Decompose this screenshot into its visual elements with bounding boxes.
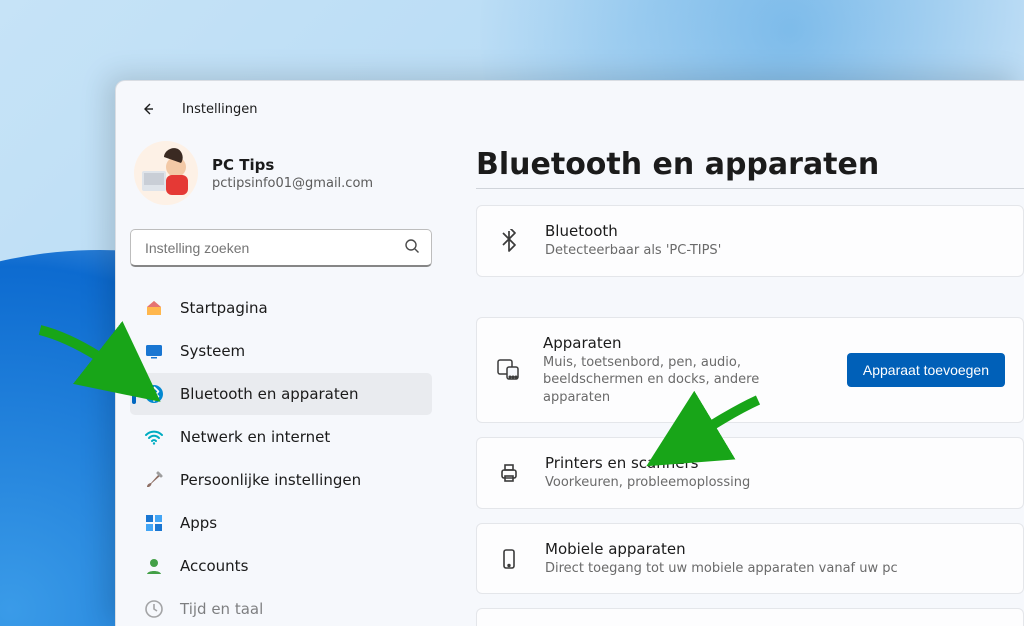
clock-icon <box>144 599 164 619</box>
sidebar-item-personalization[interactable]: Persoonlijke instellingen <box>130 459 432 501</box>
bluetooth-icon <box>144 384 164 404</box>
sidebar-item-apps[interactable]: Apps <box>130 502 432 544</box>
profile-name: PC Tips <box>212 156 373 174</box>
add-device-button[interactable]: Apparaat toevoegen <box>847 353 1005 387</box>
card-title: Printers en scanners <box>545 454 750 472</box>
sidebar-item-accounts[interactable]: Accounts <box>130 545 432 587</box>
card-subtitle: Voorkeuren, probleemoplossing <box>545 474 750 492</box>
sidebar-item-label: Tijd en taal <box>180 600 263 618</box>
search-icon <box>404 238 420 258</box>
sidebar-item-label: Apps <box>180 514 217 532</box>
card-cameras[interactable]: Camera's Verbonden camera's, standaardin… <box>476 608 1024 626</box>
sidebar-item-label: Accounts <box>180 557 248 575</box>
bluetooth-icon <box>495 229 523 253</box>
profile-email: pctipsinfo01@gmail.com <box>212 176 373 191</box>
card-mobile-devices[interactable]: Mobiele apparaten Direct toegang tot uw … <box>476 523 1024 595</box>
card-subtitle: Direct toegang tot uw mobiele apparaten … <box>545 560 898 578</box>
sidebar-item-label: Systeem <box>180 342 245 360</box>
card-printers-scanners[interactable]: Printers en scanners Voorkeuren, problee… <box>476 437 1024 509</box>
card-title: Mobiele apparaten <box>545 540 898 558</box>
titlebar: Instellingen <box>116 81 1024 129</box>
sidebar-item-network[interactable]: Netwerk en internet <box>130 416 432 458</box>
phone-icon <box>495 548 523 570</box>
person-icon <box>144 556 164 576</box>
settings-window: Instellingen PC Tips pctipsinfo01@ <box>115 80 1024 626</box>
divider <box>476 188 1024 189</box>
sidebar-item-home[interactable]: Startpagina <box>130 287 432 329</box>
card-subtitle: Muis, toetsenbord, pen, audio, beeldsche… <box>543 354 803 407</box>
account-block[interactable]: PC Tips pctipsinfo01@gmail.com <box>130 135 432 219</box>
printer-icon <box>495 461 523 485</box>
card-bluetooth[interactable]: Bluetooth Detecteerbaar als 'PC-TIPS' <box>476 205 1024 277</box>
sidebar-item-label: Netwerk en internet <box>180 428 330 446</box>
home-icon <box>144 298 164 318</box>
sidebar-nav: Startpagina Systeem Bluetooth en apparat… <box>130 287 432 626</box>
window-title: Instellingen <box>182 102 258 117</box>
avatar <box>134 141 198 205</box>
system-icon <box>144 341 164 361</box>
sidebar-item-label: Startpagina <box>180 299 268 317</box>
sidebar: PC Tips pctipsinfo01@gmail.com Startpagi… <box>116 129 446 626</box>
sidebar-item-label: Persoonlijke instellingen <box>180 471 361 489</box>
back-button[interactable] <box>134 95 162 123</box>
card-subtitle: Detecteerbaar als 'PC-TIPS' <box>545 242 721 260</box>
arrow-left-icon <box>140 101 156 117</box>
card-title: Bluetooth <box>545 222 721 240</box>
sidebar-item-system[interactable]: Systeem <box>130 330 432 372</box>
main-panel: Bluetooth en apparaten Bluetooth Detecte… <box>446 129 1024 626</box>
devices-icon <box>495 357 521 383</box>
apps-icon <box>144 513 164 533</box>
card-devices[interactable]: Apparaten Muis, toetsenbord, pen, audio,… <box>476 317 1024 424</box>
page-title: Bluetooth en apparaten <box>476 147 1024 182</box>
card-title: Apparaten <box>543 334 803 352</box>
brush-icon <box>144 470 164 490</box>
search-box <box>130 229 432 267</box>
sidebar-item-bluetooth-devices[interactable]: Bluetooth en apparaten <box>130 373 432 415</box>
sidebar-item-label: Bluetooth en apparaten <box>180 385 359 403</box>
search-input[interactable] <box>130 229 432 267</box>
sidebar-item-time-language[interactable]: Tijd en taal <box>130 588 432 626</box>
wifi-icon <box>144 427 164 447</box>
